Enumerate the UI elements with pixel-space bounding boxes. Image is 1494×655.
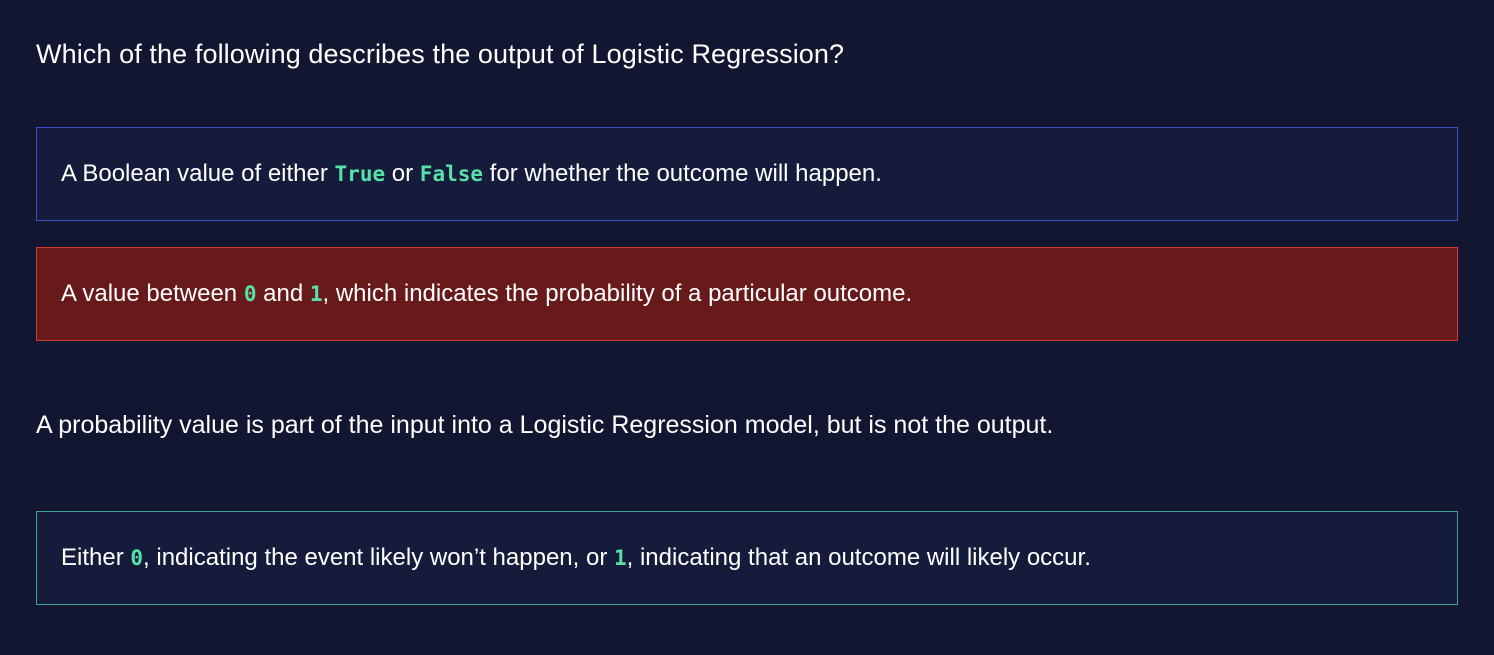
code-zero: 0 [130,546,144,570]
option-text: A Boolean value of either True or False … [61,160,882,187]
code-one: 1 [309,282,323,306]
quiz-page: Which of the following describes the out… [0,0,1494,655]
code-false: False [419,162,484,186]
feedback-text: A probability value is part of the input… [36,411,1054,439]
option-text: Either 0, indicating the event likely wo… [61,544,1091,571]
code-zero: 0 [243,282,257,306]
option-text: A value between 0 and 1, which indicates… [61,280,913,307]
code-true: True [334,162,386,186]
question-text: Which of the following describes the out… [36,39,845,69]
answer-option-binary[interactable]: Either 0, indicating the event likely wo… [36,511,1458,605]
code-one: 1 [613,546,627,570]
answer-option-boolean[interactable]: A Boolean value of either True or False … [36,127,1458,221]
answer-option-probability[interactable]: A value between 0 and 1, which indicates… [36,247,1458,341]
